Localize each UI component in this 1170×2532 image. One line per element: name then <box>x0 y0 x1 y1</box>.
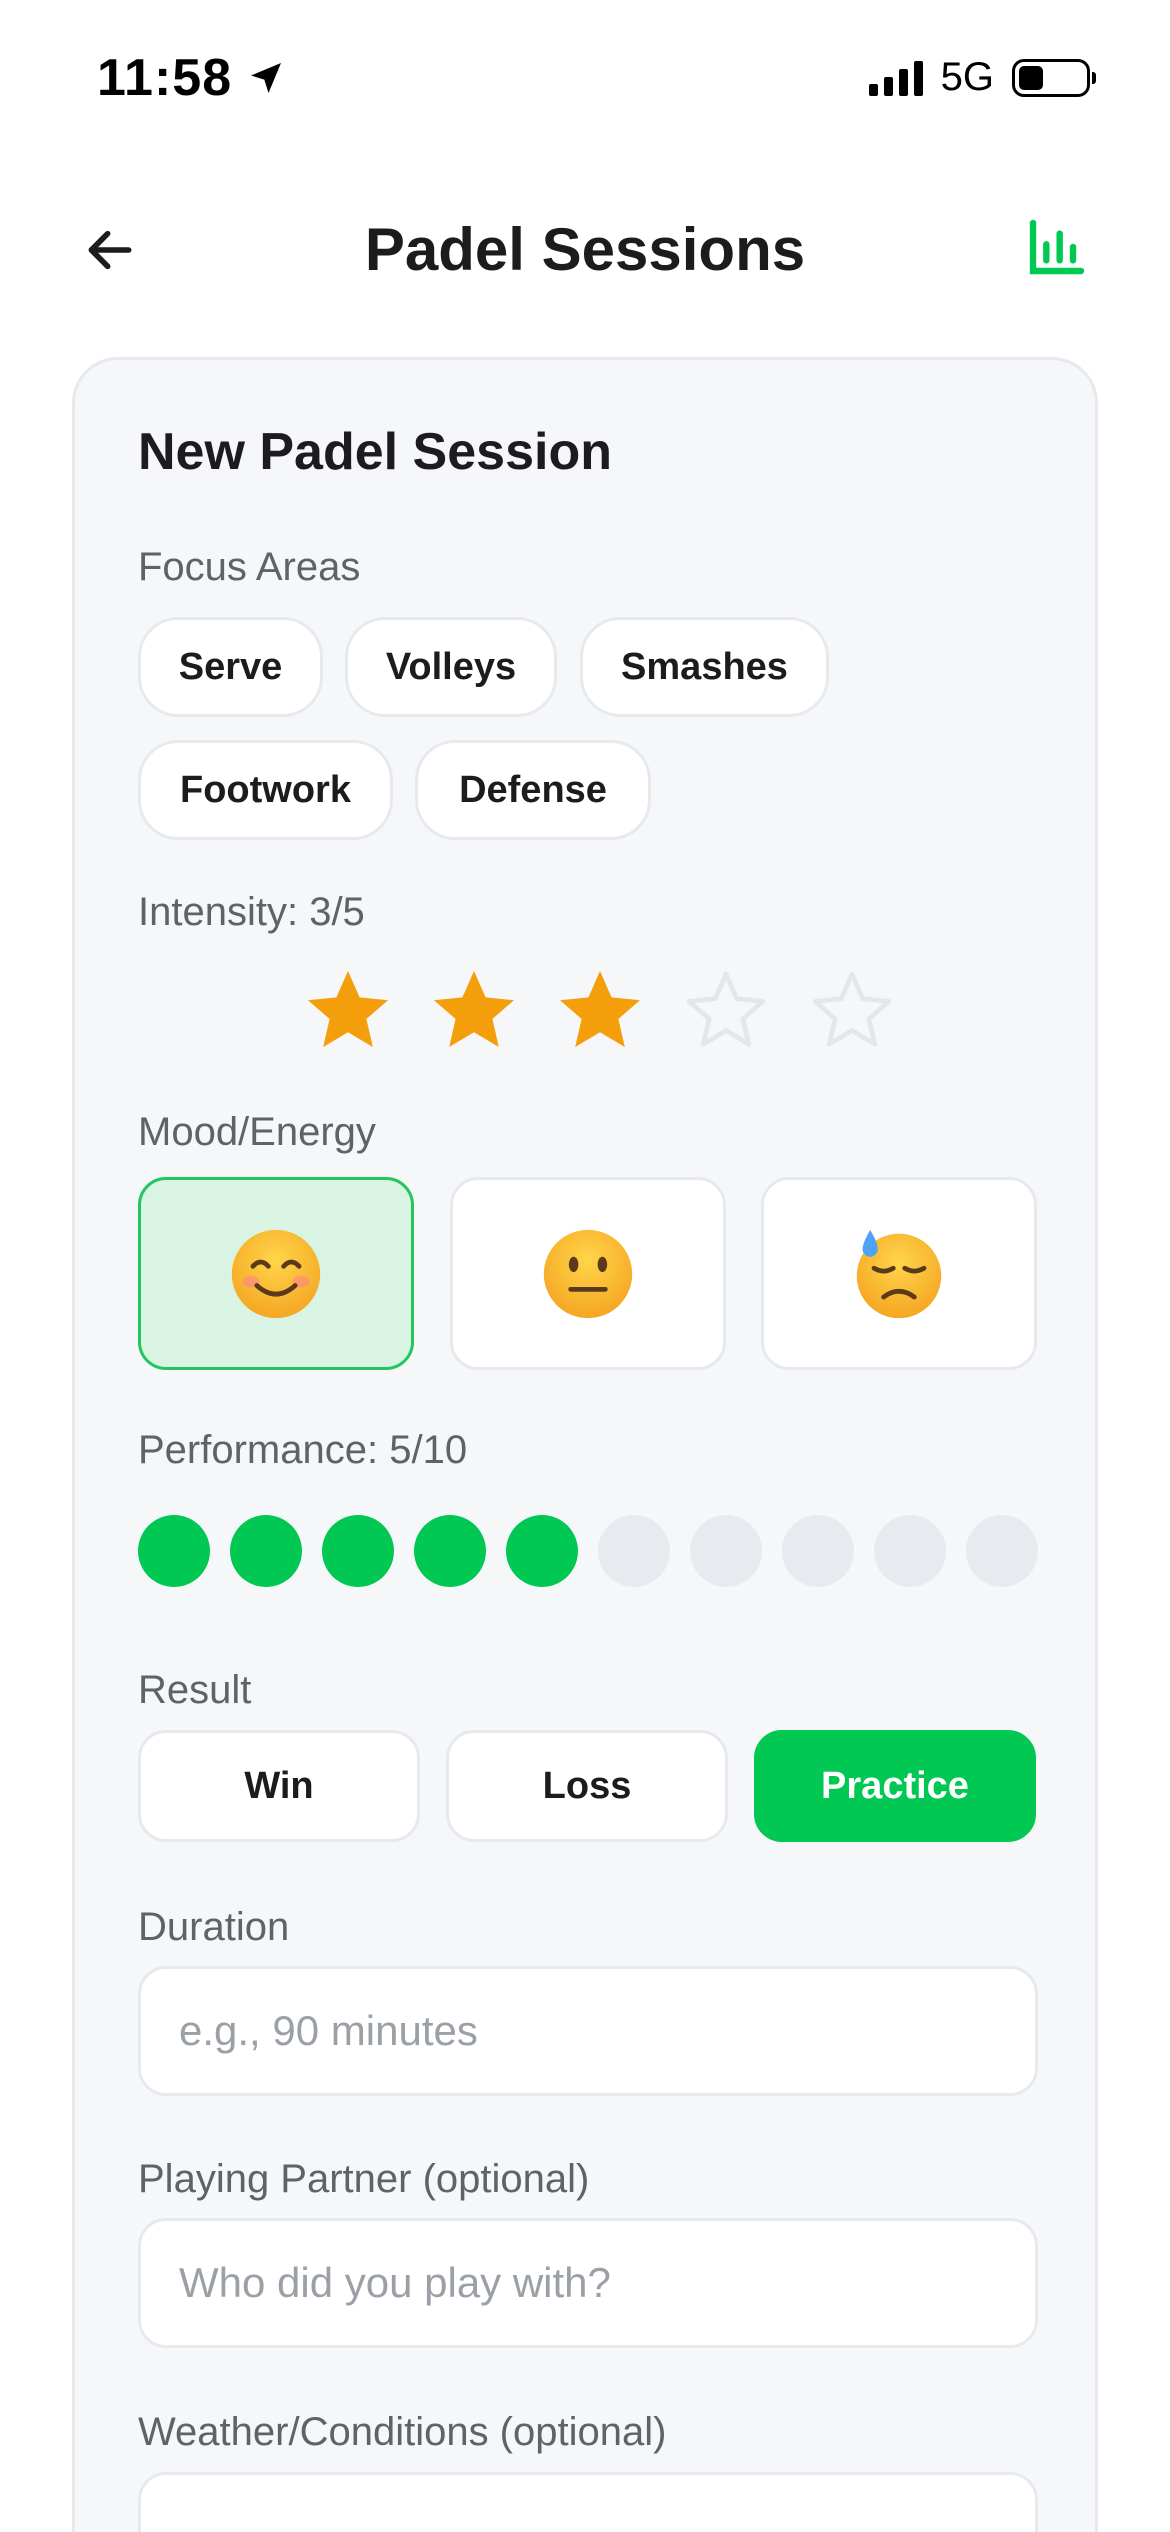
performance-dot[interactable] <box>966 1515 1038 1587</box>
network-type: 5G <box>940 55 994 99</box>
performance-dot[interactable] <box>322 1515 394 1587</box>
duration-input[interactable] <box>138 1966 1038 2096</box>
chip-defense[interactable]: Defense <box>415 740 651 840</box>
partner-label: Playing Partner (optional) <box>138 2157 590 2201</box>
weather-input[interactable] <box>138 2472 1038 2532</box>
chip-footwork[interactable]: Footwork <box>138 740 393 840</box>
result-win-button[interactable]: Win <box>138 1730 420 1842</box>
location-arrow-icon <box>251 63 282 93</box>
star-outline-icon[interactable] <box>678 963 774 1059</box>
new-session-card: New Padel Session Focus Areas Serve Voll… <box>72 357 1098 2532</box>
page-title: Padel Sessions <box>364 216 806 283</box>
smiling-face-icon <box>231 1229 321 1318</box>
status-indicators: 5G <box>868 55 1096 100</box>
intensity-rating <box>300 963 900 1059</box>
weather-label: Weather/Conditions (optional) <box>138 2410 667 2454</box>
battery-icon <box>1012 58 1096 97</box>
mood-tired-option[interactable] <box>761 1177 1037 1370</box>
cellular-signal-icon <box>868 60 923 96</box>
result-practice-button[interactable]: Practice <box>754 1730 1036 1842</box>
nav-header: Padel Sessions <box>0 190 1170 310</box>
performance-rating <box>138 1515 1038 1587</box>
performance-dot[interactable] <box>874 1515 946 1587</box>
mood-label: Mood/Energy <box>138 1110 376 1154</box>
performance-dot[interactable] <box>138 1515 210 1587</box>
performance-dot[interactable] <box>230 1515 302 1587</box>
status-bar: 11:58 5G <box>0 0 1170 150</box>
star-icon[interactable] <box>552 963 648 1059</box>
star-icon[interactable] <box>426 963 522 1059</box>
chip-smashes[interactable]: Smashes <box>580 617 829 717</box>
chip-serve[interactable]: Serve <box>138 617 323 717</box>
neutral-face-icon <box>543 1229 633 1318</box>
result-loss-button[interactable]: Loss <box>446 1730 728 1842</box>
performance-label: Performance: 5/10 <box>138 1428 468 1472</box>
partner-input[interactable] <box>138 2218 1038 2348</box>
result-label: Result <box>138 1668 252 1712</box>
downcast-face-with-sweat-icon <box>856 1229 942 1318</box>
chip-volleys[interactable]: Volleys <box>345 617 557 717</box>
performance-dot[interactable] <box>414 1515 486 1587</box>
star-outline-icon[interactable] <box>804 963 900 1059</box>
bar-chart-icon <box>1029 219 1085 275</box>
performance-dot[interactable] <box>690 1515 762 1587</box>
mood-neutral-option[interactable] <box>450 1177 726 1370</box>
performance-dot[interactable] <box>598 1515 670 1587</box>
status-time-text: 11:58 <box>97 49 233 107</box>
intensity-label: Intensity: 3/5 <box>138 890 365 934</box>
mood-happy-option[interactable] <box>138 1177 414 1370</box>
card-title: New Padel Session <box>138 423 612 481</box>
stats-button[interactable] <box>1022 212 1092 282</box>
performance-dot[interactable] <box>782 1515 854 1587</box>
status-time: 11:58 <box>97 48 286 108</box>
focus-areas-label: Focus Areas <box>138 545 361 589</box>
duration-label: Duration <box>138 1905 290 1949</box>
star-icon[interactable] <box>300 963 396 1059</box>
performance-dot[interactable] <box>506 1515 578 1587</box>
